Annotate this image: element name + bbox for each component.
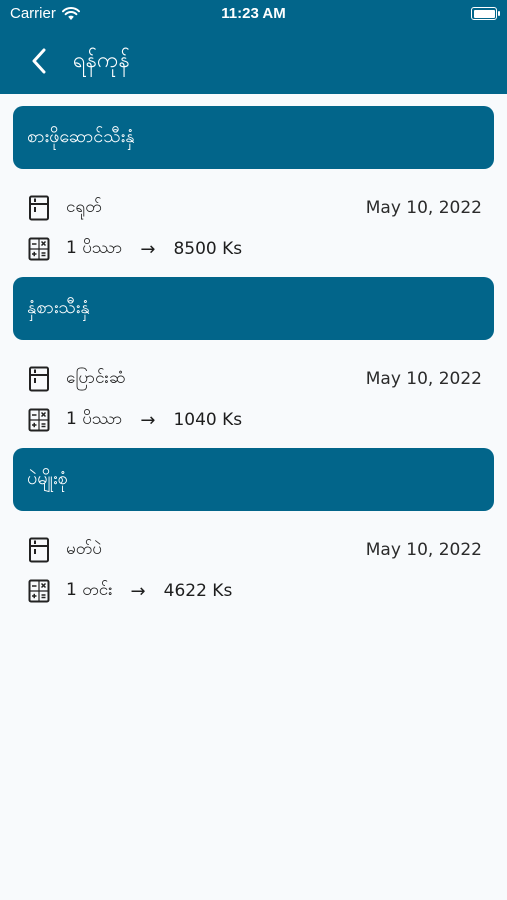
item-date: May 10, 2022 [365, 369, 482, 389]
fridge-icon [28, 537, 50, 563]
navigation-bar: ရန်ကုန် [0, 36, 507, 86]
item-price-row: 1 ပိဿာ → 8500 Ks [28, 236, 482, 262]
price-list: စားဖိုဆောင်သီးနှံ ငရုတ် May 10, 2022 1 ပ… [0, 106, 507, 619]
back-button[interactable] [24, 46, 54, 76]
price-item[interactable]: မတ်ပဲ May 10, 2022 1 တင်း → 4622 Ks [0, 511, 507, 619]
category-title: နှံစားသီးနှံ [27, 297, 90, 318]
calculator-icon [28, 407, 50, 433]
item-name-row: ငရုတ် May 10, 2022 [28, 195, 482, 221]
page-title: ရန်ကုန် [73, 48, 130, 73]
item-date: May 10, 2022 [365, 540, 482, 560]
status-time: 11:23 AM [221, 5, 286, 22]
arrow-right-icon: → [130, 580, 146, 602]
category-section: နှံစားသီးနှံ ပြောင်းဆံ May 10, 2022 1 ပိ… [0, 277, 507, 448]
price-item[interactable]: ငရုတ် May 10, 2022 1 ပိဿာ → 8500 Ks [0, 169, 507, 277]
fridge-icon [28, 195, 50, 221]
item-quantity: 1 ပိဿာ [66, 408, 123, 429]
item-price: 8500 Ks [173, 239, 243, 259]
item-price-row: 1 ပိဿာ → 1040 Ks [28, 407, 482, 433]
top-bar: Carrier 11:23 AM ရန်ကုန် [0, 0, 507, 94]
category-section: ပဲမျိုးစုံ မတ်ပဲ May 10, 2022 1 တင်း → 4… [0, 448, 507, 619]
price-item[interactable]: ပြောင်းဆံ May 10, 2022 1 ပိဿာ → 1040 Ks [0, 340, 507, 448]
battery-icon [471, 7, 500, 20]
item-price: 1040 Ks [173, 410, 243, 430]
category-title: စားဖိုဆောင်သီးနှံ [27, 126, 135, 147]
item-name-row: မတ်ပဲ May 10, 2022 [28, 537, 482, 563]
calculator-icon [28, 236, 50, 262]
status-bar: Carrier 11:23 AM [0, 0, 507, 28]
fridge-icon [28, 366, 50, 392]
category-title: ပဲမျိုးစုံ [27, 468, 68, 489]
item-name: မတ်ပဲ [66, 538, 102, 559]
item-name: ပြောင်းဆံ [66, 367, 126, 388]
category-header[interactable]: ပဲမျိုးစုံ [13, 448, 494, 511]
item-name: ငရုတ် [66, 196, 102, 217]
category-section: စားဖိုဆောင်သီးနှံ ငရုတ် May 10, 2022 1 ပ… [0, 106, 507, 277]
item-price-row: 1 တင်း → 4622 Ks [28, 578, 482, 604]
arrow-right-icon: → [140, 238, 156, 260]
category-header[interactable]: နှံစားသီးနှံ [13, 277, 494, 340]
item-price: 4622 Ks [163, 581, 233, 601]
arrow-right-icon: → [140, 409, 156, 431]
item-quantity: 1 ပိဿာ [66, 237, 123, 258]
category-header[interactable]: စားဖိုဆောင်သီးနှံ [13, 106, 494, 169]
item-quantity: 1 တင်း [66, 579, 113, 600]
calculator-icon [28, 578, 50, 604]
chevron-left-icon [32, 48, 46, 74]
item-date: May 10, 2022 [365, 198, 482, 218]
item-name-row: ပြောင်းဆံ May 10, 2022 [28, 366, 482, 392]
